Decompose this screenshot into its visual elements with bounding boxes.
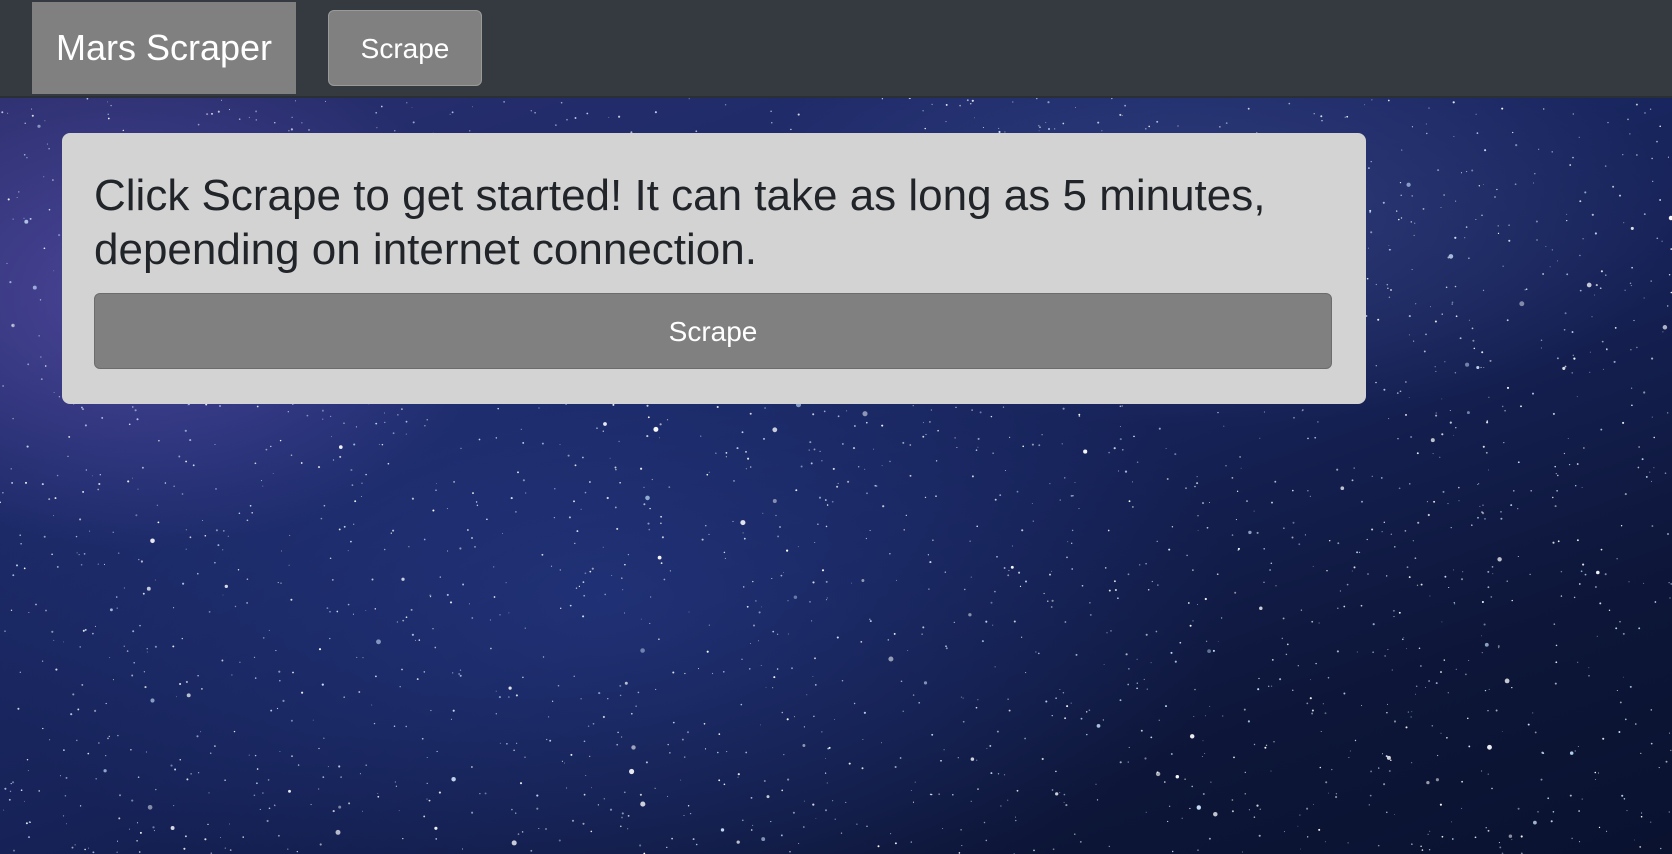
navbar: Mars Scraper Scrape — [0, 0, 1672, 98]
intro-message: Click Scrape to get started! It can take… — [94, 171, 1266, 274]
jumbotron-card: Click Scrape to get started! It can take… — [62, 133, 1366, 404]
scrape-button[interactable]: Scrape — [94, 293, 1332, 369]
nav-scrape-button[interactable]: Scrape — [328, 10, 482, 86]
brand-link[interactable]: Mars Scraper — [32, 2, 296, 94]
